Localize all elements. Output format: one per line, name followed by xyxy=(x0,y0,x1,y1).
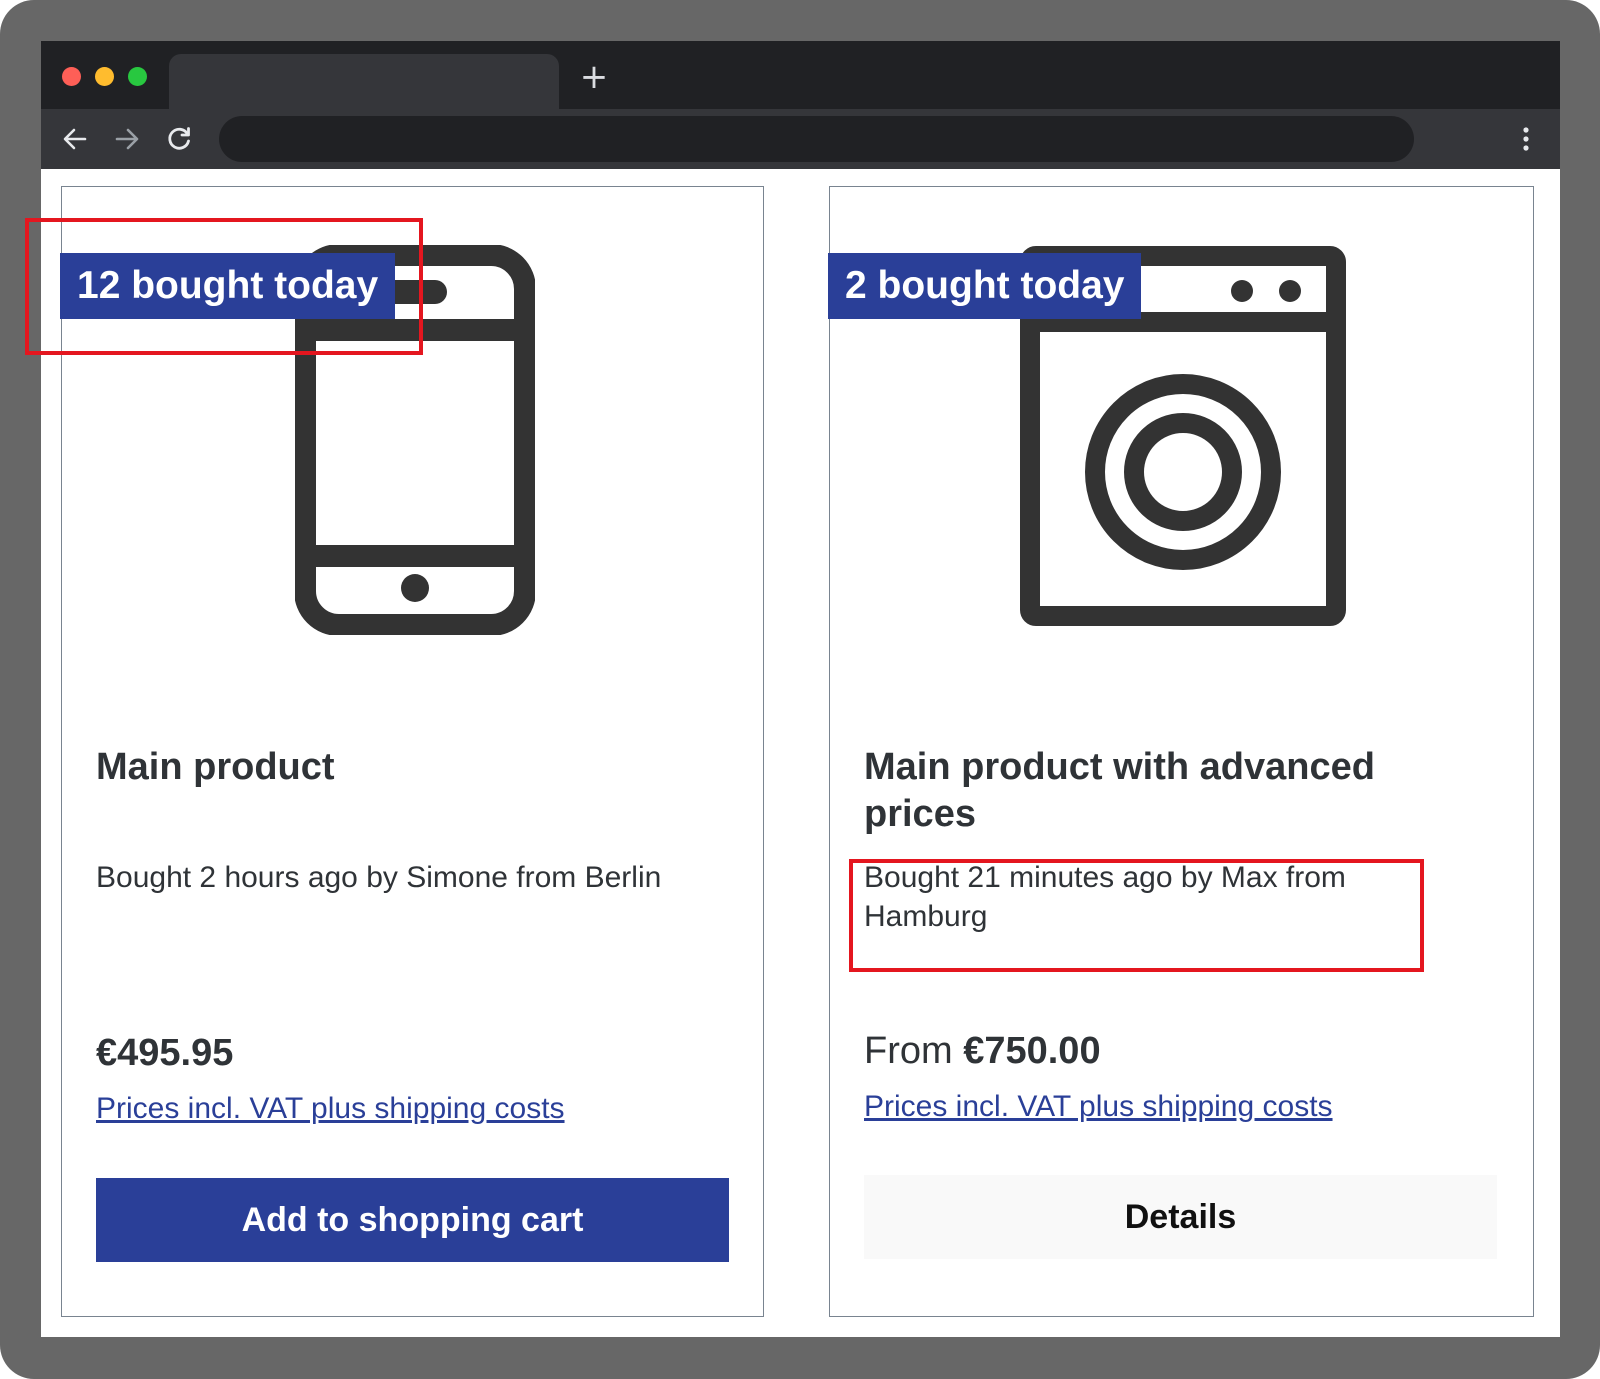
more-menu-icon[interactable] xyxy=(1510,123,1542,155)
vat-shipping-link[interactable]: Prices incl. VAT plus shipping costs xyxy=(864,1088,1333,1126)
price-amount: €495.95 xyxy=(96,1032,234,1074)
social-proof-text: Bought 21 minutes ago by Max from Hambur… xyxy=(864,861,1346,933)
close-window-button[interactable] xyxy=(62,67,81,86)
address-bar[interactable] xyxy=(219,116,1414,162)
bought-today-badge: 2 bought today xyxy=(828,253,1142,319)
social-proof-text: Bought 2 hours ago by Simone from Berlin xyxy=(96,861,662,894)
browser-tab[interactable] xyxy=(169,54,559,110)
vat-shipping-link[interactable]: Prices incl. VAT plus shipping costs xyxy=(96,1090,565,1128)
back-arrow-icon[interactable] xyxy=(59,123,91,155)
product-title[interactable]: Main product xyxy=(96,744,716,791)
reload-icon[interactable] xyxy=(163,123,195,155)
maximize-window-button[interactable] xyxy=(128,67,147,86)
price-amount: €750.00 xyxy=(963,1030,1101,1072)
product-card: 2 bought today Main product with advance… xyxy=(828,186,1534,1317)
tab-bar: + xyxy=(41,41,1560,110)
bought-today-badge: 12 bought today xyxy=(60,253,396,319)
forward-arrow-icon[interactable] xyxy=(111,123,143,155)
minimize-window-button[interactable] xyxy=(95,67,114,86)
product-price: From €750.00 xyxy=(864,1028,1101,1074)
product-title[interactable]: Main product with advanced prices xyxy=(864,744,1464,838)
price-prefix: From xyxy=(864,1030,953,1072)
details-button[interactable]: Details xyxy=(864,1175,1497,1259)
product-card: 12 bought today Main product Bought 2 ho… xyxy=(60,186,764,1317)
new-tab-button[interactable]: + xyxy=(576,59,612,95)
add-to-cart-button[interactable]: Add to shopping cart xyxy=(96,1178,729,1262)
browser-toolbar xyxy=(41,109,1560,169)
product-price: €495.95 xyxy=(96,1030,233,1076)
